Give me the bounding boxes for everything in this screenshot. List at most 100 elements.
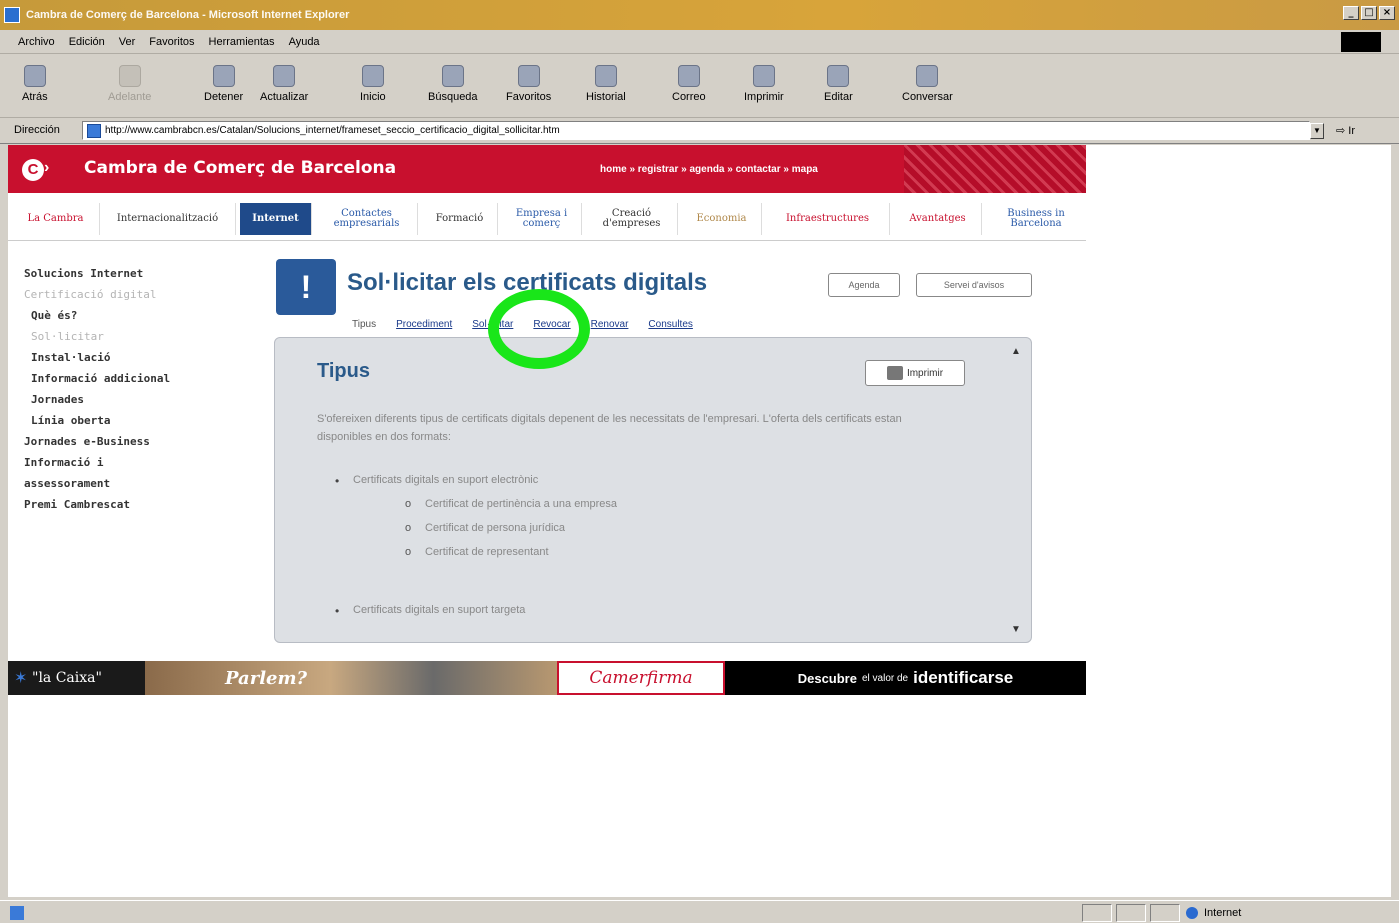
parlem-banner[interactable]: Parlem? bbox=[145, 661, 557, 695]
address-label: Dirección bbox=[14, 124, 60, 136]
sidebar-nav: Solucions Internet Certificació digital … bbox=[24, 263, 274, 515]
sidebar-item-jornades[interactable]: Jornades bbox=[24, 389, 274, 410]
logo-arrow-icon: › bbox=[44, 159, 50, 176]
edit-icon bbox=[827, 65, 850, 87]
discuss-icon bbox=[916, 65, 939, 87]
back-button[interactable]: Atrás bbox=[22, 65, 48, 103]
nav-avantatges[interactable]: Avantatges bbox=[894, 203, 982, 235]
list-item: Certificats digitals en suport targeta bbox=[335, 604, 525, 618]
address-url: http://www.cambrabcn.es/Catalan/Solucion… bbox=[105, 125, 560, 136]
scroll-down-arrow-icon[interactable]: ▼ bbox=[1011, 624, 1021, 635]
subtab-consultes[interactable]: Consultes bbox=[648, 319, 692, 330]
status-cell bbox=[1150, 904, 1180, 922]
sidebar-item-premi-cambrescat[interactable]: Premi Cambrescat bbox=[24, 494, 274, 515]
printer-icon bbox=[752, 65, 775, 87]
home-icon bbox=[361, 65, 384, 87]
refresh-button[interactable]: Actualizar bbox=[260, 65, 308, 103]
mail-button[interactable]: Correo bbox=[672, 65, 706, 103]
window-title: Cambra de Comerç de Barcelona - Microsof… bbox=[26, 9, 350, 21]
menu-herramientas[interactable]: Herramientas bbox=[209, 36, 275, 48]
nav-economia[interactable]: Economia bbox=[682, 203, 762, 235]
mail-icon bbox=[677, 65, 700, 87]
sidebar-item-informacio-i[interactable]: Informació i bbox=[24, 452, 274, 473]
printer-icon bbox=[886, 366, 903, 380]
la-caixa-logo[interactable]: ✶ "la Caixa" bbox=[8, 661, 145, 695]
security-zone: Internet bbox=[1186, 907, 1241, 919]
minimize-button[interactable]: _ bbox=[1343, 6, 1359, 20]
menu-favoritos[interactable]: Favoritos bbox=[149, 36, 194, 48]
sidebar-item-que-es[interactable]: Què és? bbox=[24, 305, 274, 326]
nav-la-cambra[interactable]: La Cambra bbox=[12, 203, 100, 235]
home-button[interactable]: Inicio bbox=[360, 65, 386, 103]
menu-ayuda[interactable]: Ayuda bbox=[289, 36, 320, 48]
nav-creacio-empreses[interactable]: Creació d'empreses bbox=[586, 203, 678, 235]
top-links[interactable]: home » registrar » agenda » contactar » … bbox=[600, 164, 818, 175]
sidebar-item-solucions-internet[interactable]: Solucions Internet bbox=[24, 263, 274, 284]
nav-internet[interactable]: Internet bbox=[240, 203, 312, 235]
content-panel: Tipus Imprimir S'ofereixen diferents tip… bbox=[274, 337, 1032, 643]
address-dropdown-button[interactable]: ▼ bbox=[1310, 123, 1324, 139]
edit-button[interactable]: Editar bbox=[824, 65, 853, 103]
status-cell bbox=[1116, 904, 1146, 922]
stop-button[interactable]: Detener bbox=[204, 65, 243, 103]
page-viewport: C › Cambra de Comerç de Barcelona home »… bbox=[8, 145, 1391, 897]
favorites-icon bbox=[517, 65, 540, 87]
ad-banner[interactable]: ✶ "la Caixa" Parlem? Camerfirma Descubre… bbox=[8, 661, 1086, 695]
go-arrow-icon: ⇨ bbox=[1336, 125, 1346, 137]
camerfirma-logo[interactable]: Camerfirma bbox=[557, 661, 725, 695]
menu-ver[interactable]: Ver bbox=[119, 36, 136, 48]
cambra-logo-icon[interactable]: C bbox=[22, 159, 44, 181]
menu-edicion[interactable]: Edición bbox=[69, 36, 105, 48]
search-button[interactable]: Búsqueda bbox=[428, 65, 478, 103]
sidebar-item-informacio-addicional[interactable]: Informació addicional bbox=[24, 368, 274, 389]
nav-business-in-barcelona[interactable]: Business in Barcelona bbox=[986, 203, 1086, 235]
close-button[interactable]: × bbox=[1379, 6, 1395, 20]
ie-icon bbox=[4, 7, 20, 23]
history-button[interactable]: Historial bbox=[586, 65, 626, 103]
sidebar-item-installacio[interactable]: Instal·lació bbox=[24, 347, 274, 368]
sidebar-item-jornades-ebusiness[interactable]: Jornades e-Business bbox=[24, 431, 274, 452]
caixa-star-icon: ✶ bbox=[14, 668, 28, 687]
maximize-button[interactable]: □ bbox=[1361, 6, 1377, 20]
window-titlebar: Cambra de Comerç de Barcelona - Microsof… bbox=[0, 0, 1399, 30]
site-header: C › Cambra de Comerç de Barcelona home »… bbox=[8, 145, 1086, 193]
sidebar-item-linia-oberta[interactable]: Línia oberta bbox=[24, 410, 274, 431]
nav-internacionalitzacio[interactable]: Internacionalització bbox=[100, 203, 236, 235]
address-bar: Dirección http://www.cambrabcn.es/Catala… bbox=[0, 118, 1399, 144]
go-button[interactable]: ⇨ Ir bbox=[1336, 124, 1355, 137]
sidebar-item-sollicitar[interactable]: Sol·licitar bbox=[24, 326, 274, 347]
header-decoration bbox=[904, 145, 1086, 193]
back-arrow-icon bbox=[23, 65, 46, 87]
address-input[interactable]: http://www.cambrabcn.es/Catalan/Solucion… bbox=[82, 121, 1310, 140]
subtab-tipus[interactable]: Tipus bbox=[352, 319, 376, 330]
favorites-button[interactable]: Favoritos bbox=[506, 65, 551, 103]
stop-icon bbox=[212, 65, 235, 87]
agenda-button[interactable]: Agenda bbox=[828, 273, 900, 297]
descubre-banner[interactable]: Descubre el valor de identificarse bbox=[725, 661, 1086, 695]
discuss-button[interactable]: Conversar bbox=[902, 65, 953, 103]
window-controls: _ □ × bbox=[1343, 6, 1395, 20]
panel-intro: S'ofereixen diferents tipus de certifica… bbox=[317, 413, 902, 443]
sidebar-item-assessorament[interactable]: assessorament bbox=[24, 473, 274, 494]
certificate-icon: ! bbox=[276, 259, 336, 315]
nav-empresa-comerc[interactable]: Empresa i comerç bbox=[502, 203, 582, 235]
scroll-up-arrow-icon[interactable]: ▲ bbox=[1011, 346, 1021, 357]
menu-archivo[interactable]: Archivo bbox=[18, 36, 55, 48]
nav-contactes-empresarials[interactable]: Contactes empresarials bbox=[316, 203, 418, 235]
sidebar-item-certificacio-digital[interactable]: Certificació digital bbox=[24, 284, 274, 305]
site-title[interactable]: Cambra de Comerç de Barcelona bbox=[84, 158, 396, 178]
page-status-icon bbox=[10, 906, 24, 920]
list-subitem: Certificat de representant bbox=[405, 546, 548, 558]
search-icon bbox=[441, 65, 464, 87]
subtab-renovar[interactable]: Renovar bbox=[591, 319, 629, 330]
print-button[interactable]: Imprimir bbox=[744, 65, 784, 103]
list-item: Certificats digitals en suport electròni… bbox=[335, 474, 538, 488]
nav-infraestructures[interactable]: Infraestructures bbox=[766, 203, 890, 235]
subtab-procediment[interactable]: Procediment bbox=[396, 319, 452, 330]
list-subitem: Certificat de persona jurídica bbox=[405, 522, 565, 534]
print-page-button[interactable]: Imprimir bbox=[865, 360, 965, 386]
servei-avisos-button[interactable]: Servei d'avisos bbox=[916, 273, 1032, 297]
forward-button[interactable]: Adelante bbox=[108, 65, 151, 103]
status-bar: Internet bbox=[0, 900, 1399, 923]
nav-formacio[interactable]: Formació bbox=[422, 203, 498, 235]
